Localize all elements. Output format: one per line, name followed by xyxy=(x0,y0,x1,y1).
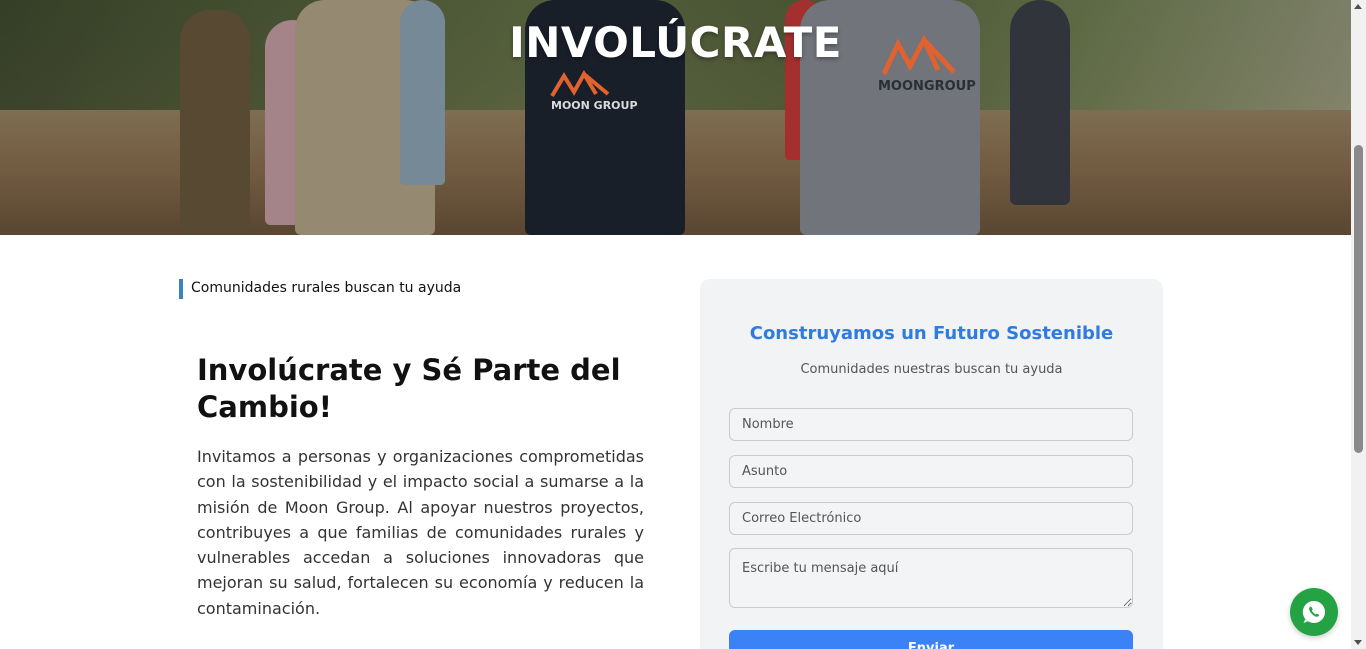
scrollbar-thumb[interactable] xyxy=(1354,145,1363,453)
scroll-down-arrow-icon[interactable] xyxy=(1354,640,1362,645)
vest-logo-text-left: MOON GROUP xyxy=(551,99,638,112)
subject-input[interactable] xyxy=(729,455,1133,488)
form-title: Construyamos un Futuro Sostenible xyxy=(749,323,1114,344)
name-input[interactable] xyxy=(729,408,1133,441)
scroll-up-arrow-icon[interactable] xyxy=(1354,4,1362,9)
form-subtitle: Comunidades nuestras buscan tu ayuda xyxy=(800,362,1063,377)
message-textarea[interactable] xyxy=(729,548,1133,608)
page-scrollbar[interactable] xyxy=(1351,0,1366,649)
contact-form-card: Construyamos un Futuro Sostenible Comuni… xyxy=(700,279,1163,649)
section-body-text: Invitamos a personas y organizaciones co… xyxy=(197,447,644,618)
section-heading: Involúcrate y Sé Parte del Cambio! xyxy=(197,353,621,424)
email-input[interactable] xyxy=(729,502,1133,535)
whatsapp-button[interactable] xyxy=(1290,588,1338,636)
tagline-accent-bar xyxy=(179,279,183,299)
hero-banner: MOON GROUP MOONGROUP INVOLÚCRATE xyxy=(0,0,1351,235)
vest-logo-text-right: MOONGROUP xyxy=(878,79,976,94)
tagline: Comunidades rurales buscan tu ayuda xyxy=(191,280,462,296)
moon-group-logo-icon xyxy=(550,70,610,98)
whatsapp-icon xyxy=(1302,600,1325,623)
submit-button[interactable]: Enviar xyxy=(729,630,1133,649)
hero-title: INVOLÚCRATE xyxy=(509,18,842,67)
